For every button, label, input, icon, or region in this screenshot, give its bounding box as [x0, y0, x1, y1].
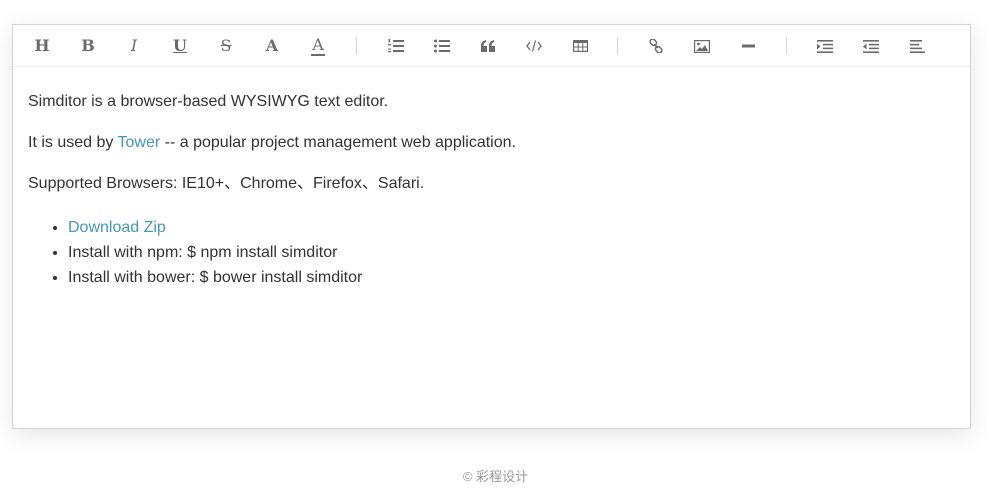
code-button[interactable] — [519, 33, 549, 59]
italic-button[interactable]: I — [119, 33, 149, 59]
footer-copyright: © 彩程设计 — [462, 469, 529, 484]
blockquote-button[interactable] — [473, 33, 503, 59]
underline-icon: U — [173, 36, 187, 55]
unordered-list-icon — [434, 39, 450, 53]
image-button[interactable] — [687, 33, 717, 59]
quote-icon — [480, 40, 495, 52]
strikethrough-icon: S — [220, 36, 232, 55]
toolbar: H B I U S A A — [13, 25, 970, 67]
bold-button[interactable]: B — [73, 33, 103, 59]
install-list: Download Zip Install with npm: $ npm ins… — [28, 215, 955, 290]
italic-icon: I — [130, 36, 138, 55]
code-icon — [526, 40, 542, 52]
usage-text-rest: -- a popular project management web appl… — [160, 134, 516, 151]
strikethrough-button[interactable]: S — [211, 33, 241, 59]
ordered-list-icon — [388, 39, 404, 53]
usage-text: It is used by — [28, 134, 118, 151]
horizontal-rule-icon — [741, 44, 755, 48]
list-item: Download Zip — [68, 215, 955, 240]
toolbar-separator — [356, 37, 357, 54]
font-color-button[interactable]: A — [257, 33, 287, 59]
outdent-button[interactable] — [856, 33, 886, 59]
image-icon — [694, 39, 710, 53]
indent-icon — [817, 39, 833, 53]
list-item: Install with bower: $ bower install simd… — [68, 265, 955, 290]
link-button[interactable] — [641, 33, 671, 59]
background-color-icon: A — [311, 34, 325, 56]
list-item: Install with npm: $ npm install simditor — [68, 240, 955, 265]
table-button[interactable] — [565, 33, 595, 59]
bold-icon: B — [81, 36, 95, 55]
toolbar-separator — [617, 37, 618, 54]
horizontal-rule-button[interactable] — [733, 33, 763, 59]
table-icon — [572, 40, 588, 52]
outdent-icon — [863, 39, 879, 53]
title-icon: H — [34, 36, 50, 55]
alignment-button[interactable] — [902, 33, 932, 59]
font-color-icon: A — [265, 36, 279, 55]
paragraph-browsers: Supported Browsers: IE10+、Chrome、Firefox… — [28, 175, 425, 192]
align-left-icon — [909, 39, 925, 53]
paragraph-intro: Simditor is a browser-based WYSIWYG text… — [28, 93, 389, 110]
toolbar-separator — [786, 37, 787, 54]
indent-button[interactable] — [810, 33, 840, 59]
unordered-list-button[interactable] — [427, 33, 457, 59]
background-color-button[interactable]: A — [303, 33, 333, 59]
download-zip-link[interactable]: Download Zip — [68, 219, 166, 236]
ordered-list-button[interactable] — [381, 33, 411, 59]
underline-button[interactable]: U — [165, 33, 195, 59]
link-icon — [649, 39, 663, 53]
tower-link[interactable]: Tower — [118, 134, 161, 151]
title-button[interactable]: H — [27, 33, 57, 59]
editor: H B I U S A A Simditor is a browser-base… — [12, 24, 971, 429]
paragraph-usage: It is used by Tower -- a popular project… — [28, 133, 955, 153]
editor-body[interactable]: Simditor is a browser-based WYSIWYG text… — [13, 67, 970, 290]
